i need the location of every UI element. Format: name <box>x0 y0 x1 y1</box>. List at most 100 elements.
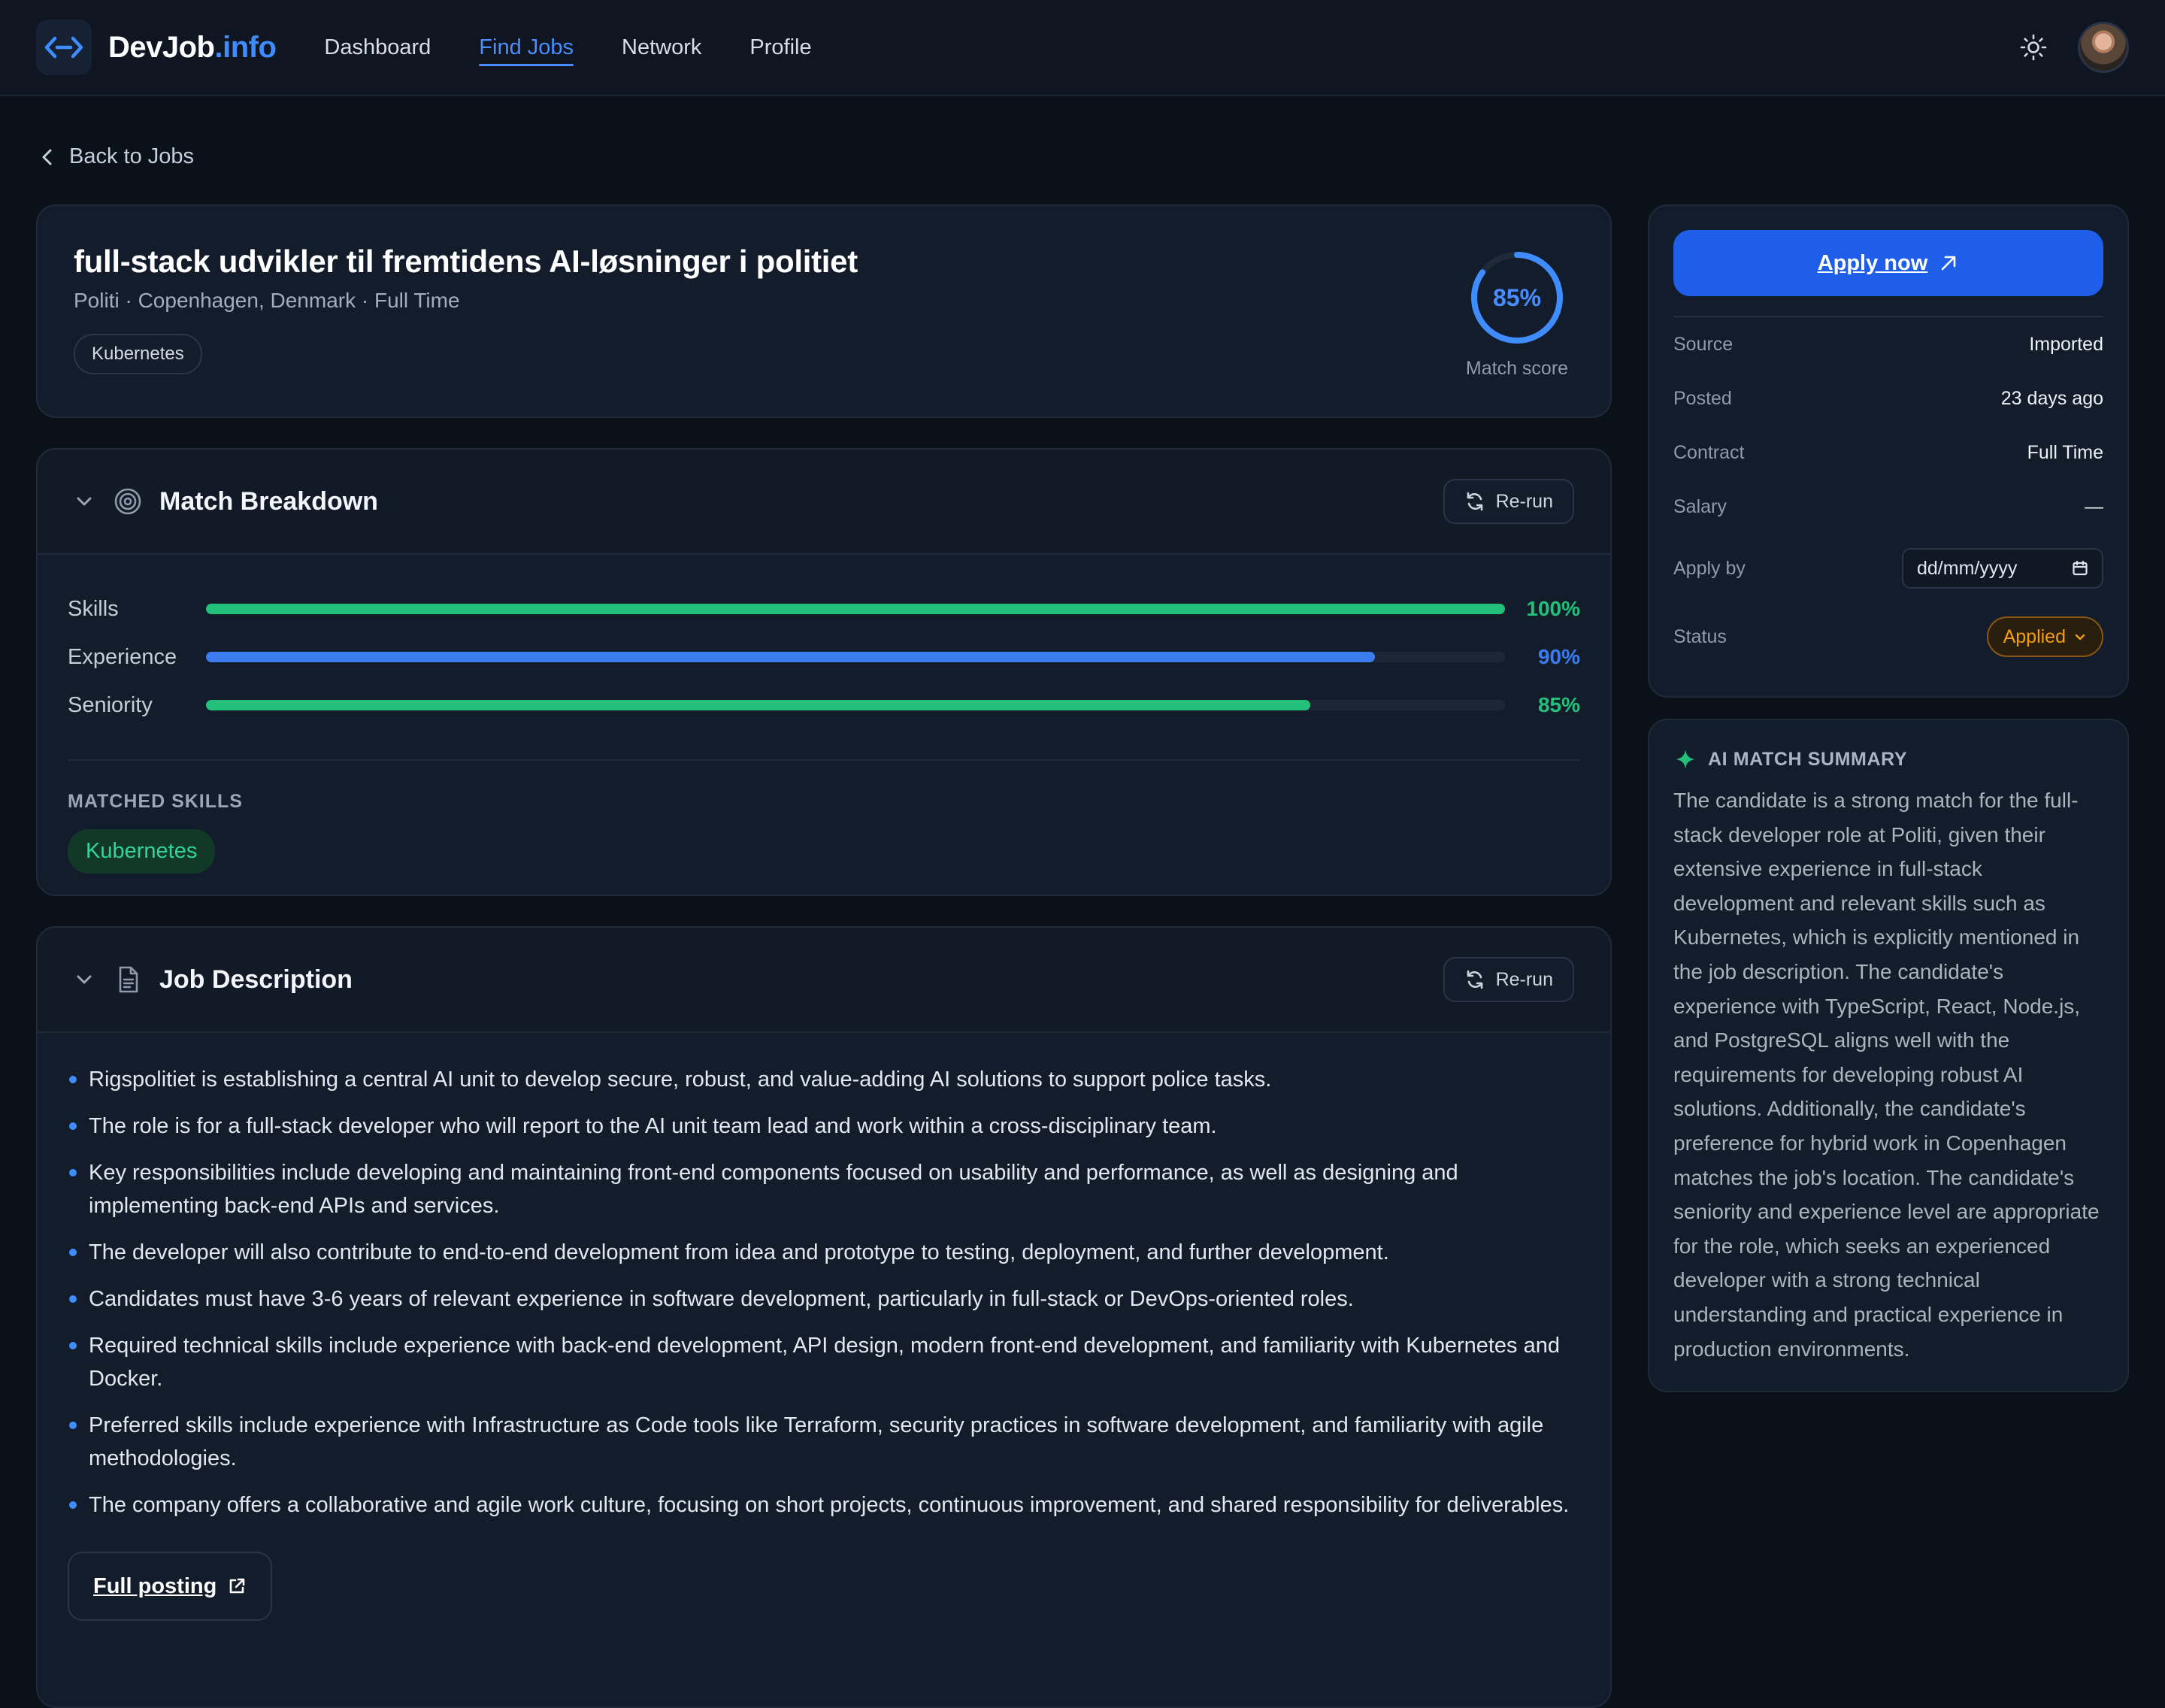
info-row-status: Status Applied <box>1673 603 2103 671</box>
matched-skill-chip: Kubernetes <box>68 829 216 874</box>
status-select[interactable]: Applied <box>1986 616 2103 657</box>
brand-main: DevJob <box>108 30 215 64</box>
breakdown-bars: Skills 100% Experience 90% Seniority 85%… <box>38 555 1610 874</box>
bar-fill-skills <box>206 604 1505 614</box>
info-key: Apply by <box>1673 557 1746 579</box>
rerun-label: Re-run <box>1495 968 1553 990</box>
chevron-down-icon <box>2075 634 2085 640</box>
job-tag: Kubernetes <box>74 334 202 374</box>
job-info-list: Source Imported Posted 23 days ago Contrac… <box>1673 317 2103 671</box>
info-row-salary: Salary — <box>1673 480 2103 534</box>
rerun-description-button[interactable]: Re-run <box>1443 957 1574 1002</box>
top-nav: DevJob.info Dashboard Find Jobs Network … <box>0 0 2165 96</box>
arrow-up-right-icon <box>1941 256 1956 271</box>
rerun-breakdown-button[interactable]: Re-run <box>1443 479 1574 524</box>
chevron-down-icon[interactable] <box>74 969 95 990</box>
bar-track <box>206 604 1505 614</box>
full-posting-link[interactable]: Full posting <box>68 1552 273 1621</box>
info-key: Salary <box>1673 495 1727 517</box>
apply-by-date-input[interactable]: dd/mm/yyyy <box>1902 548 2103 589</box>
nav-profile[interactable]: Profile <box>749 31 811 65</box>
list-item: Preferred skills include experience with… <box>68 1409 1580 1475</box>
bar-label: Seniority <box>68 692 153 717</box>
info-value: Imported <box>2029 333 2103 355</box>
nav-right <box>2019 22 2129 73</box>
info-key: Source <box>1673 333 1734 355</box>
refresh-icon <box>1467 492 1482 511</box>
info-value: — <box>2085 495 2103 517</box>
status-value: Applied <box>2003 625 2066 647</box>
bar-value: 85% <box>1537 693 1580 716</box>
info-row-source: Source Imported <box>1673 317 2103 371</box>
back-to-jobs[interactable]: Back to Jobs <box>39 144 194 169</box>
bar-row-seniority: Seniority 85% <box>68 681 1580 729</box>
brand-accent: .info <box>214 30 277 64</box>
bar-row-skills: Skills 100% <box>68 585 1580 633</box>
job-actions-card: Apply now Source Imported Posted 23 days a… <box>1648 204 2129 698</box>
ai-summary-header: AI MATCH SUMMARY <box>1673 747 2103 771</box>
match-score: 85% Match score <box>1461 250 1573 380</box>
ai-summary-text: The candidate is a strong match for the … <box>1673 789 2100 1361</box>
nav-network[interactable]: Network <box>622 31 701 65</box>
info-key: Contract <box>1673 441 1745 463</box>
match-breakdown-header[interactable]: Match Breakdown Re-run <box>38 450 1610 555</box>
ai-summary-card: AI MATCH SUMMARY The candidate is a stro… <box>1648 719 2129 1392</box>
bar-track <box>206 652 1505 662</box>
bar-value: 90% <box>1537 645 1580 668</box>
job-meta: Politi · Copenhagen, Denmark · Full Time <box>74 289 460 312</box>
info-row-contract: Contract Full Time <box>1673 425 2103 480</box>
ai-summary-heading: AI MATCH SUMMARY <box>1708 748 1908 770</box>
list-item: Candidates must have 3-6 years of releva… <box>68 1283 1580 1316</box>
bar-label: Experience <box>68 644 177 669</box>
list-item: Required technical skills include experi… <box>68 1329 1580 1395</box>
match-score-label: Match score <box>1465 358 1569 379</box>
bar-value: 100% <box>1526 597 1580 620</box>
apply-now-button[interactable]: Apply now <box>1673 230 2103 296</box>
calendar-icon[interactable] <box>2072 560 2088 577</box>
match-score-ring: 85% <box>1469 250 1565 346</box>
chevron-down-icon[interactable] <box>74 491 95 512</box>
info-value: 23 days ago <box>2000 387 2103 409</box>
target-icon <box>114 488 141 515</box>
list-item: The role is for a full-stack developer w… <box>68 1110 1580 1143</box>
apply-now-label: Apply now <box>1817 250 1928 275</box>
date-placeholder: dd/mm/yyyy <box>1917 557 2018 579</box>
bar-track <box>206 700 1505 710</box>
info-value: Full Time <box>2027 441 2103 463</box>
bar-fill-seniority <box>206 700 1310 710</box>
bar-row-experience: Experience 90% <box>68 633 1580 681</box>
job-description-card: Job Description Re-run Rigspolitiet is e… <box>36 926 1612 1708</box>
nav-find-jobs[interactable]: Find Jobs <box>479 31 574 66</box>
bar-label: Skills <box>68 596 119 621</box>
match-breakdown-card: Match Breakdown Re-run Skills 100% Exper… <box>36 448 1612 896</box>
chevron-left-icon <box>42 149 52 165</box>
job-title: full-stack udvikler til fremtidens AI-lø… <box>74 244 858 279</box>
job-description-title: Job Description <box>159 965 353 994</box>
info-row-apply-by: Apply by dd/mm/yyyy <box>1673 534 2103 603</box>
rerun-label: Re-run <box>1495 490 1553 512</box>
refresh-icon <box>1467 970 1482 989</box>
back-label: Back to Jobs <box>69 144 195 168</box>
match-score-value: 85% <box>1492 283 1542 311</box>
list-item: The developer will also contribute to en… <box>68 1236 1580 1269</box>
document-icon <box>119 966 138 993</box>
brand-name[interactable]: DevJob.info <box>108 30 277 65</box>
job-description-header[interactable]: Job Description Re-run <box>38 928 1610 1033</box>
avatar[interactable] <box>2078 22 2129 73</box>
divider <box>68 759 1580 761</box>
sun-icon[interactable] <box>2019 33 2048 62</box>
description-list: Rigspolitiet is establishing a central A… <box>38 1033 1610 1522</box>
matched-skills-label: MATCHED SKILLS <box>68 791 243 812</box>
sparkle-icon <box>1676 750 1695 769</box>
nav-dashboard[interactable]: Dashboard <box>324 31 431 65</box>
info-row-posted: Posted 23 days ago <box>1673 371 2103 425</box>
job-header-card: full-stack udvikler til fremtidens AI-lø… <box>36 204 1612 418</box>
list-item: Key responsibilities include developing … <box>68 1156 1580 1222</box>
info-key: Status <box>1673 625 1727 647</box>
bar-fill-experience <box>206 652 1376 662</box>
code-arrows-icon <box>44 36 83 59</box>
list-item: The company offers a collaborative and a… <box>68 1488 1580 1522</box>
match-breakdown-title: Match Breakdown <box>159 486 378 516</box>
info-key: Posted <box>1673 387 1732 409</box>
logo[interactable] <box>36 20 92 75</box>
